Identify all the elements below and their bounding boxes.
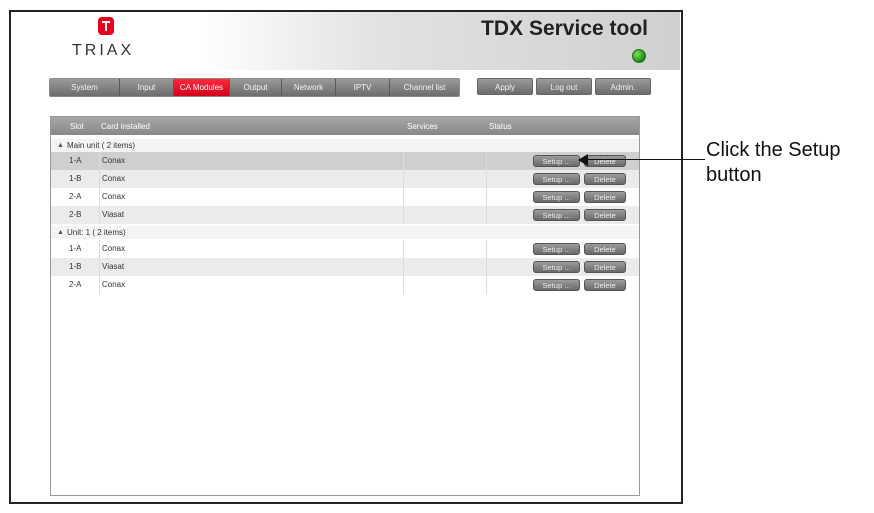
status-led-icon xyxy=(632,49,646,63)
slot-cell: 1-A xyxy=(69,156,82,165)
app-title: TDX Service tool xyxy=(481,17,648,40)
logout-button[interactable]: Log out xyxy=(536,78,592,95)
setup-button[interactable]: Setup ... xyxy=(533,173,580,185)
delete-button[interactable]: Delete xyxy=(584,243,626,255)
group-label: Main unit ( 2 items) xyxy=(67,141,136,150)
slot-cell: 2-B xyxy=(69,210,82,219)
card-cell: Conax xyxy=(99,170,403,188)
delete-button[interactable]: Delete xyxy=(584,261,626,273)
column-header-status: Status xyxy=(489,122,512,131)
collapse-triangle-icon[interactable]: ▲ xyxy=(57,226,64,239)
setup-button[interactable]: Setup ... xyxy=(533,209,580,221)
logo-text: TRIAX xyxy=(72,42,135,59)
group-row[interactable]: ▲ Unit: 1 ( 2 items) xyxy=(51,226,639,239)
group-label: Unit: 1 ( 2 items) xyxy=(67,228,126,237)
callout-text: Click the Setup button xyxy=(706,139,841,186)
delete-button[interactable]: Delete xyxy=(584,209,626,221)
status-cell xyxy=(486,206,532,224)
tab-channel-list[interactable]: Channel list xyxy=(390,79,459,96)
tab-output[interactable]: Output xyxy=(230,79,282,96)
triax-logo-icon xyxy=(98,17,114,35)
column-header-card: Card installed xyxy=(101,122,150,131)
slot-cell: 1-A xyxy=(69,244,82,253)
card-cell: Conax xyxy=(99,188,403,206)
delete-button[interactable]: Delete xyxy=(584,155,626,167)
status-cell xyxy=(486,276,532,294)
slot-cell: 2-A xyxy=(69,192,82,201)
card-cell: Conax xyxy=(99,152,403,170)
table-row[interactable]: 2-B Viasat Setup ... Delete xyxy=(51,206,639,224)
slot-cell: 2-A xyxy=(69,280,82,289)
services-cell xyxy=(403,276,487,294)
table-row[interactable]: 2-A Conax Setup ... Delete xyxy=(51,188,639,206)
card-cell: Conax xyxy=(99,240,403,258)
tab-ca-modules[interactable]: CA Modules xyxy=(174,79,230,96)
table-row[interactable]: 1-B Viasat Setup ... Delete xyxy=(51,258,639,276)
slot-cell: 1-B xyxy=(69,174,82,183)
card-cell: Conax xyxy=(99,276,403,294)
services-cell xyxy=(403,258,487,276)
services-cell xyxy=(403,240,487,258)
setup-button[interactable]: Setup ... xyxy=(533,261,580,273)
main-nav: System Input CA Modules Output Network I… xyxy=(49,78,460,97)
status-cell xyxy=(486,258,532,276)
table-row[interactable]: 1-B Conax Setup ... Delete xyxy=(51,170,639,188)
delete-button[interactable]: Delete xyxy=(584,173,626,185)
setup-button[interactable]: Setup ... xyxy=(533,191,580,203)
delete-button[interactable]: Delete xyxy=(584,191,626,203)
action-buttons: Apply Log out Admin. xyxy=(477,78,651,95)
column-header-services: Services xyxy=(407,122,438,131)
callout-arrow-line xyxy=(585,159,705,160)
status-cell xyxy=(486,240,532,258)
services-cell xyxy=(403,152,487,170)
setup-button[interactable]: Setup ... xyxy=(533,155,580,167)
apply-button[interactable]: Apply xyxy=(477,78,533,95)
services-cell xyxy=(403,206,487,224)
arrow-icon xyxy=(578,154,588,166)
card-cell: Viasat xyxy=(99,206,403,224)
delete-button[interactable]: Delete xyxy=(584,279,626,291)
tab-input[interactable]: Input xyxy=(120,79,174,96)
table-row[interactable]: 2-A Conax Setup ... Delete xyxy=(51,276,639,294)
column-header-slot: Slot xyxy=(70,122,84,131)
grid-header: Slot Card installed Services Status xyxy=(51,117,639,135)
setup-button[interactable]: Setup ... xyxy=(533,243,580,255)
admin-button[interactable]: Admin. xyxy=(595,78,651,95)
table-row[interactable]: 1-A Conax Setup ... Delete xyxy=(51,240,639,258)
tab-system[interactable]: System xyxy=(50,79,120,96)
table-row[interactable]: 1-A Conax Setup ... Delete xyxy=(51,152,639,170)
card-cell: Viasat xyxy=(99,258,403,276)
status-cell xyxy=(486,170,532,188)
status-cell xyxy=(486,152,532,170)
setup-button[interactable]: Setup ... xyxy=(533,279,580,291)
group-row[interactable]: ▲ Main unit ( 2 items) xyxy=(51,139,639,152)
slot-cell: 1-B xyxy=(69,262,82,271)
collapse-triangle-icon[interactable]: ▲ xyxy=(57,139,64,152)
ca-modules-grid: Slot Card installed Services Status ▲ Ma… xyxy=(50,116,640,496)
tab-network[interactable]: Network xyxy=(282,79,336,96)
services-cell xyxy=(403,170,487,188)
services-cell xyxy=(403,188,487,206)
tab-iptv[interactable]: IPTV xyxy=(336,79,390,96)
status-cell xyxy=(486,188,532,206)
